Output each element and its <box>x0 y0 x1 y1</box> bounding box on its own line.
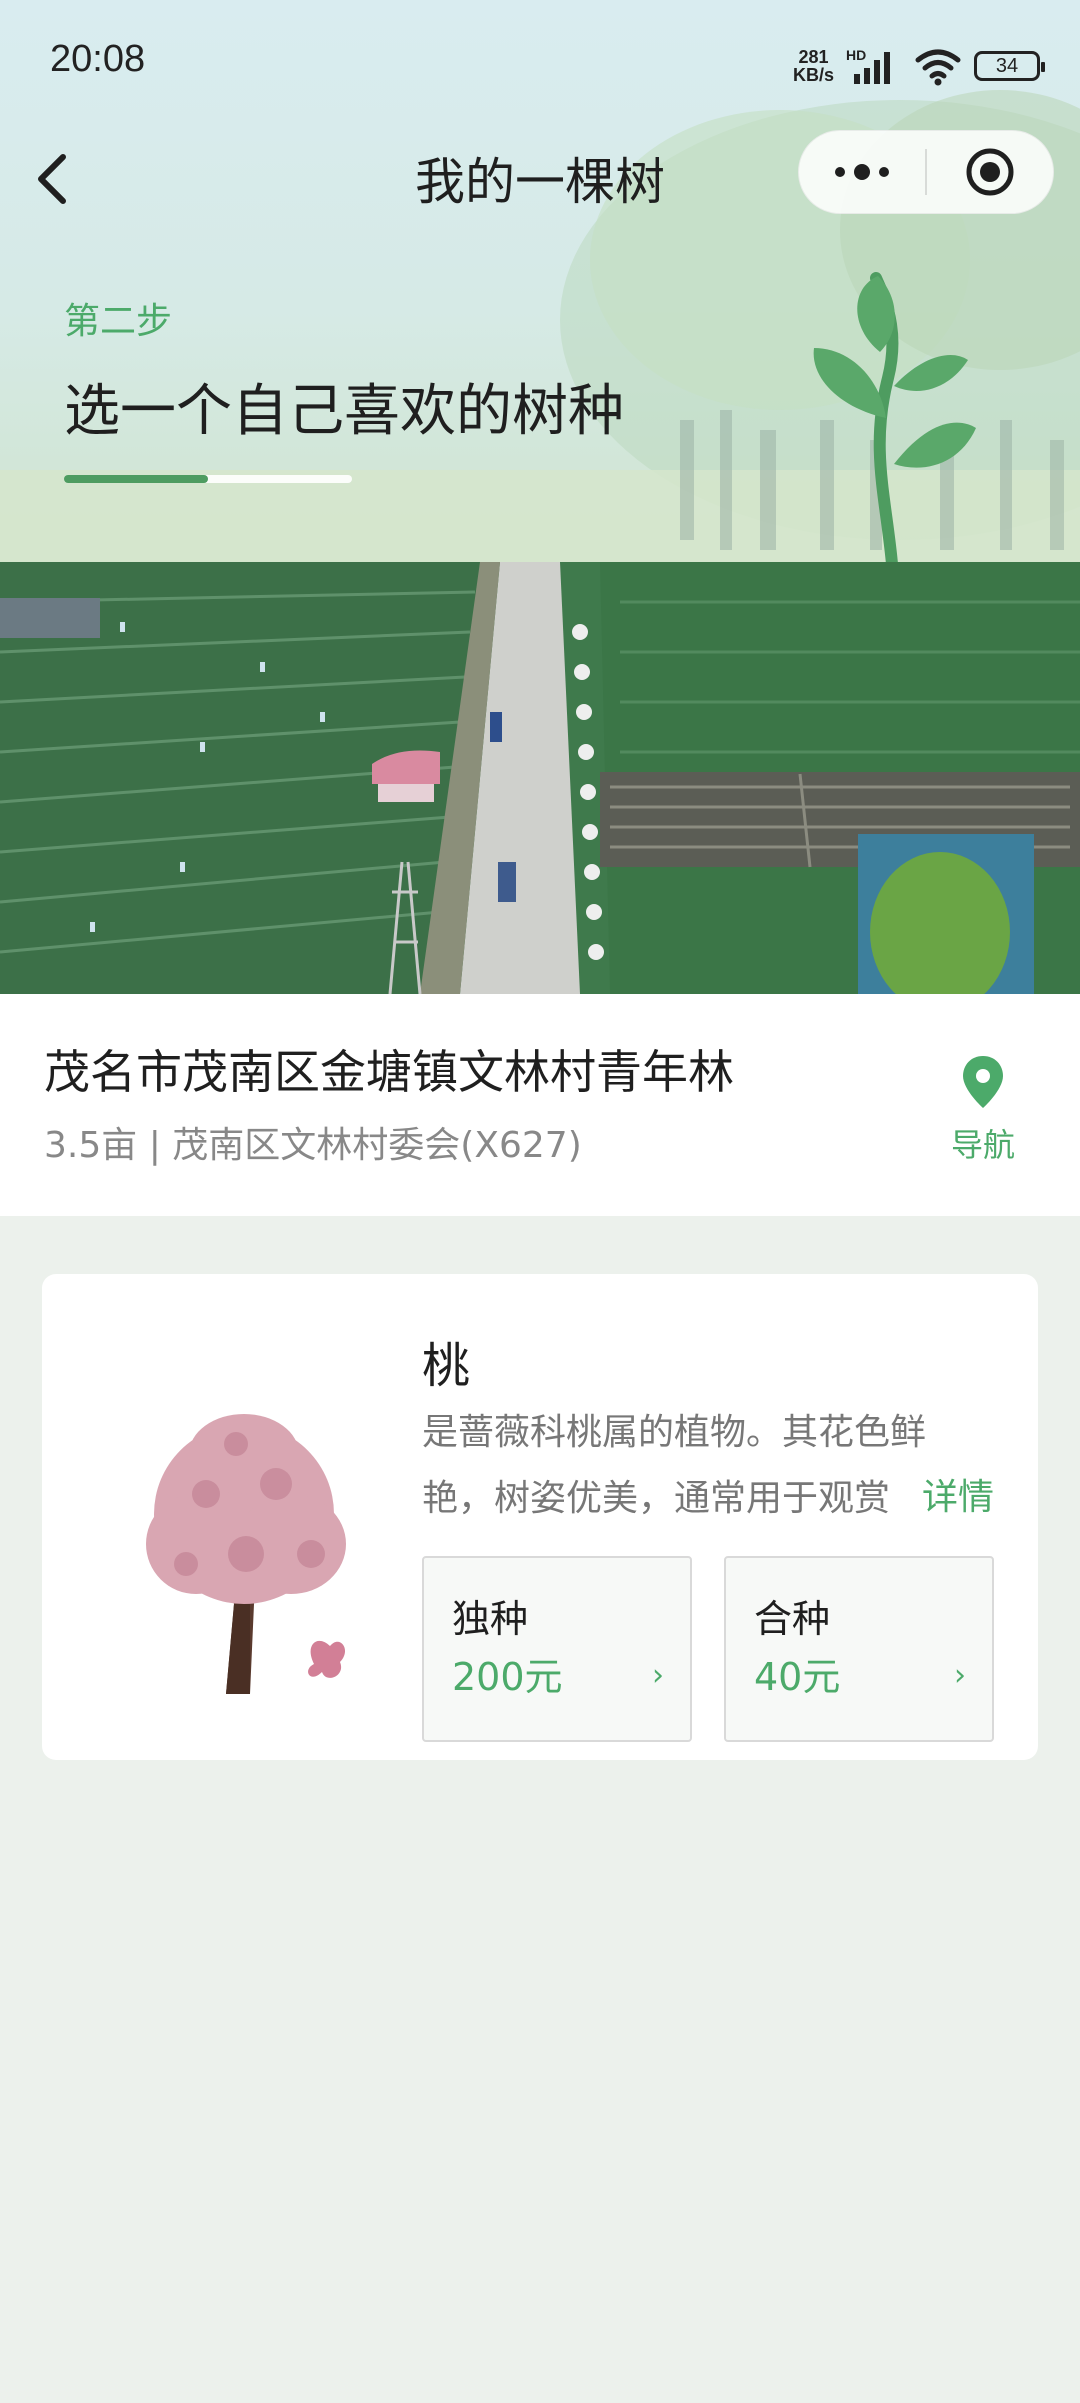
chevron-right-icon: › <box>652 1658 664 1693</box>
chevron-right-icon: › <box>954 1658 966 1693</box>
tree-description: 是蔷薇科桃属的植物。其花色鲜艳，树姿优美，通常用于观赏 <box>422 1412 927 1519</box>
network-speed-unit: KB/s <box>792 65 834 85</box>
location-pin-icon <box>963 1056 1003 1108</box>
target-circle-icon <box>966 148 1014 196</box>
tree-details-link[interactable]: 详情 <box>901 1468 994 1520</box>
option-label: 独种 <box>452 1597 529 1641</box>
network-speed: 281 KB/s <box>793 48 834 84</box>
location-panel: 茂名市茂南区金塘镇文林村青年林 3.5亩 | 茂南区文林村委会(X627) 导航 <box>0 994 1080 1216</box>
location-meta: 3.5亩 | 茂南区文林村委会(X627) <box>44 1125 582 1166</box>
option-price: 200元 <box>452 1655 563 1699</box>
status-time: 20:08 <box>50 38 146 80</box>
option-joint-plant[interactable]: 合种 40元 › <box>724 1556 994 1742</box>
mini-program-capsule <box>798 130 1054 214</box>
network-tag: HD <box>846 47 866 63</box>
option-price: 40元 <box>754 1655 841 1699</box>
navigate-button[interactable]: 导航 <box>928 1054 1038 1166</box>
plantation-photo <box>0 562 1080 994</box>
step-progress-fill <box>64 475 208 483</box>
option-single-plant[interactable]: 独种 200元 › <box>422 1556 692 1742</box>
navigate-label: 导航 <box>950 1126 1015 1164</box>
battery-indicator: 34 <box>974 51 1045 81</box>
close-mini-program-button[interactable] <box>927 130 1053 214</box>
tree-name: 桃 <box>422 1338 471 1394</box>
hero-banner: 20:08 281 KB/s HD 34 我的一棵树 第二步 选一个自己喜欢的树… <box>0 0 1080 562</box>
more-dots-icon <box>835 164 889 180</box>
more-button[interactable] <box>799 130 925 214</box>
step-label: 第二步 <box>64 301 173 342</box>
network-speed-value: 281 <box>798 47 829 67</box>
option-label: 合种 <box>754 1597 831 1641</box>
step-title: 选一个自己喜欢的树种 <box>64 379 624 444</box>
tree-species-card[interactable]: 桃 是蔷薇科桃属的植物。其花色鲜艳，树姿优美，通常用于观赏 详情 独种 200元… <box>42 1274 1038 1760</box>
signal-icon: HD <box>846 47 890 84</box>
location-name: 茂名市茂南区金塘镇文林村青年林 <box>44 1045 734 1099</box>
wifi-icon <box>915 49 961 86</box>
status-bar: 20:08 281 KB/s HD 34 <box>0 0 1080 130</box>
sprout-icon <box>813 272 976 562</box>
peach-tree-image <box>146 1414 346 1694</box>
step-progress <box>64 475 352 483</box>
aerial-field-image <box>0 562 1080 994</box>
navigation-bar: 我的一棵树 <box>0 130 1080 230</box>
status-icons: 281 KB/s HD 34 <box>793 40 1045 92</box>
